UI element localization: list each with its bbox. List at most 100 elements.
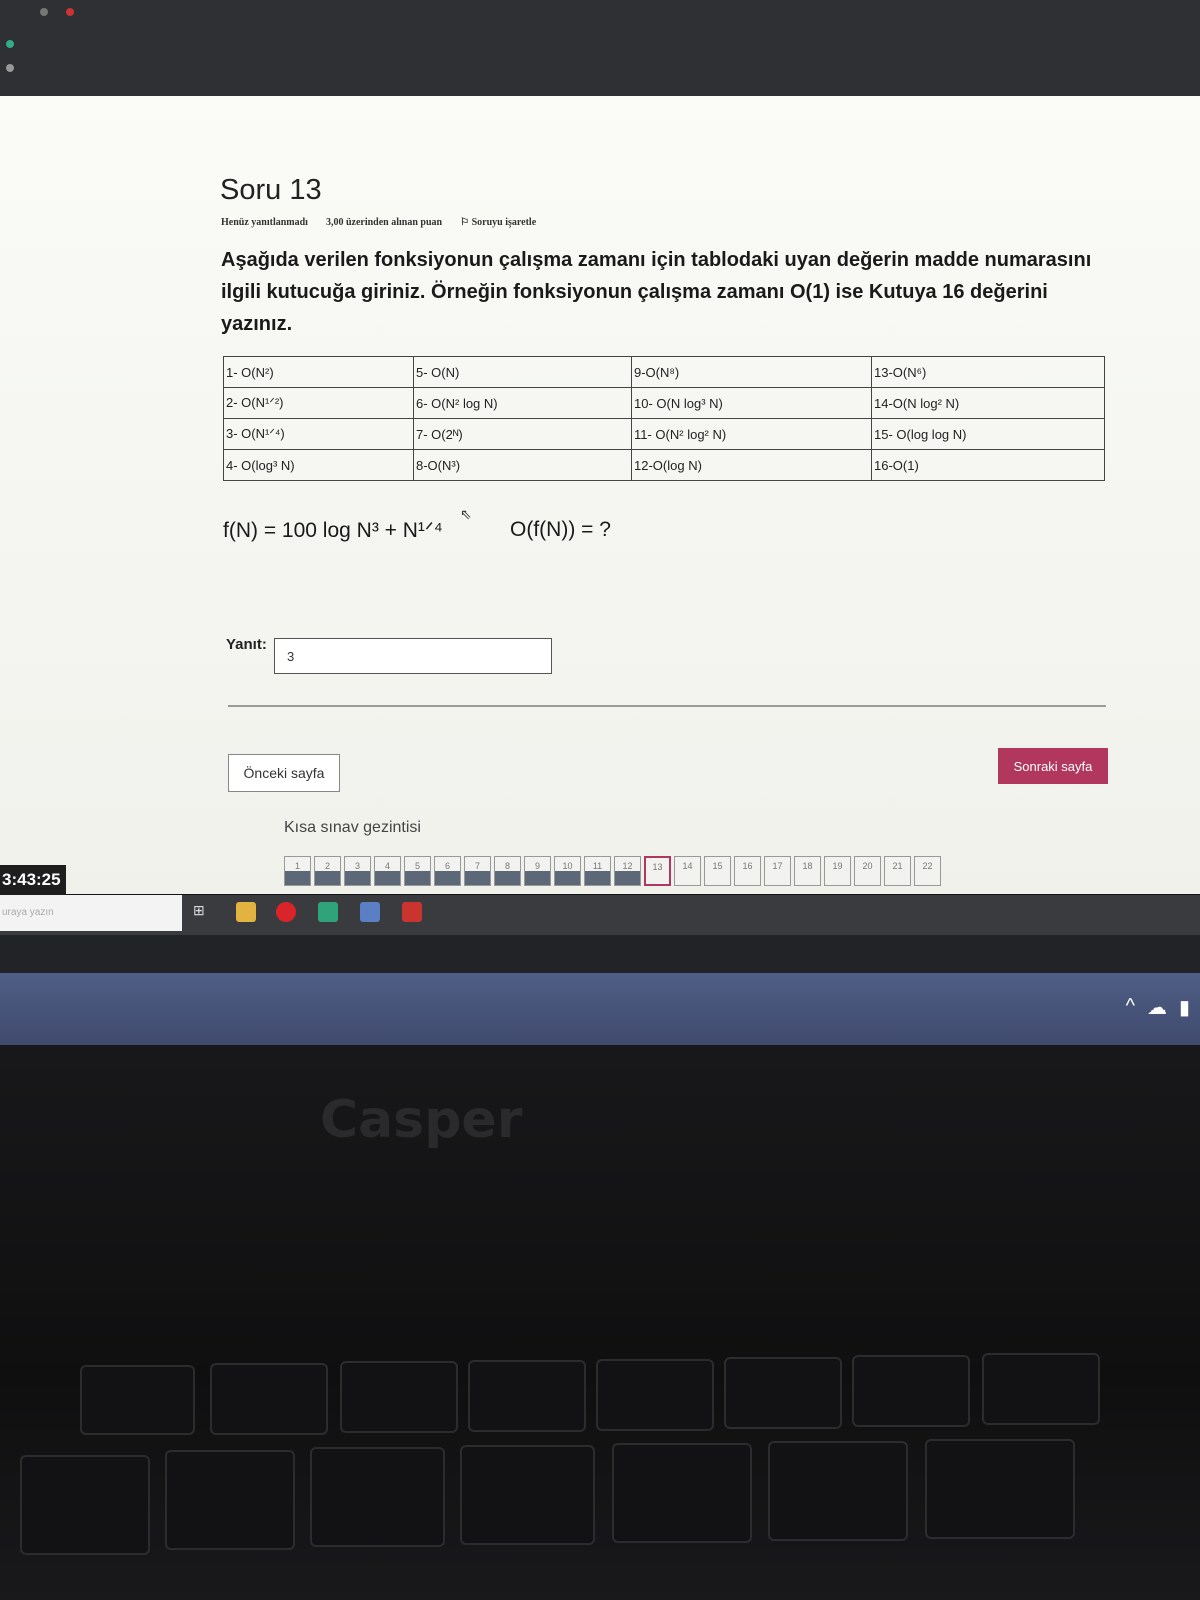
quiz-nav-page-14[interactable]: 14 — [674, 856, 701, 886]
record-icon — [66, 8, 74, 16]
complexity-question: O(f(N)) = ? — [510, 518, 611, 541]
quiz-nav-page-label: 3 — [354, 861, 360, 871]
tab-icon — [40, 8, 48, 16]
quiz-nav-page-label: 8 — [504, 861, 510, 871]
brand-logo: Casper — [320, 1090, 523, 1150]
quiz-nav-page-label: 21 — [892, 861, 903, 871]
quiz-nav-page-17[interactable]: 17 — [764, 856, 791, 886]
taskbar-search[interactable]: uraya yazın — [0, 895, 182, 931]
app-icon[interactable] — [402, 902, 422, 922]
option-cell: 1- O(N²) — [223, 356, 414, 388]
question-text: Aşağıda verilen fonksiyonun çalışma zama… — [221, 249, 1092, 335]
option-cell: 4- O(log³ N) — [223, 449, 414, 481]
next-page-button[interactable]: Sonraki sayfa — [998, 748, 1108, 784]
quiz-nav-page-label: 11 — [592, 861, 603, 871]
quiz-nav-page-9[interactable]: 9 — [524, 856, 551, 886]
answered-indicator — [465, 871, 490, 885]
quiz-nav-page-label: 4 — [384, 861, 390, 871]
keyboard-key — [210, 1363, 328, 1435]
quiz-nav-page-13[interactable]: 13 — [644, 856, 671, 886]
keyboard-key — [852, 1355, 970, 1427]
option-cell: 6- O(N² log N) — [413, 387, 632, 419]
quiz-nav-page-18[interactable]: 18 — [794, 856, 821, 886]
quiz-nav-page-label: 19 — [832, 861, 843, 871]
answered-indicator — [375, 871, 400, 885]
options-row: 2- O(N¹ᐟ²) 6- O(N² log N) 10- O(N log³ N) 1… — [223, 387, 1105, 419]
timer: 3:43:25 — [0, 865, 66, 895]
quiz-nav-page-label: 5 — [414, 861, 420, 871]
quiz-nav-page-label: 16 — [742, 861, 753, 871]
quiz-nav-page-20[interactable]: 20 — [854, 856, 881, 886]
option-cell: 15- O(log log N) — [871, 418, 1105, 450]
quiz-nav-page-5[interactable]: 5 — [404, 856, 431, 886]
quiz-nav-page-8[interactable]: 8 — [494, 856, 521, 886]
screen-bezel — [0, 935, 1200, 973]
laptop-body: Casper — [0, 1045, 1200, 1600]
cloud-icon[interactable]: ☁ — [1147, 995, 1167, 1020]
answered-indicator — [405, 871, 430, 885]
quiz-nav-page-6[interactable]: 6 — [434, 856, 461, 886]
answer-input[interactable] — [274, 638, 552, 674]
options-row: 1- O(N²) 5- O(N) 9-O(N⁸) 13-O(N⁶) — [223, 356, 1105, 388]
task-view-icon[interactable]: ⊞ — [193, 902, 213, 922]
bookmarks-bar[interactable] — [6, 64, 14, 72]
question-status: Henüz yanıtlanmadı — [221, 217, 308, 228]
quiz-nav-page-label: 15 — [712, 861, 723, 871]
quiz-nav-page-21[interactable]: 21 — [884, 856, 911, 886]
option-cell: 2- O(N¹ᐟ²) — [223, 387, 414, 419]
answered-indicator — [435, 871, 460, 885]
quiz-nav-page-1[interactable]: 1 — [284, 856, 311, 886]
usb-icon[interactable]: ▮ — [1179, 995, 1190, 1020]
keyboard-key — [925, 1439, 1075, 1539]
quiz-nav-page-7[interactable]: 7 — [464, 856, 491, 886]
options-table: 1- O(N²) 5- O(N) 9-O(N⁸) 13-O(N⁶) 2- O(N¹ᐟ²)… — [223, 356, 1105, 481]
browser-chrome — [0, 0, 1200, 96]
quiz-nav-page-11[interactable]: 11 — [584, 856, 611, 886]
quiz-nav-page-label: 22 — [922, 861, 933, 871]
quiz-nav-page-19[interactable]: 19 — [824, 856, 851, 886]
quiz-nav-page-label: 13 — [652, 862, 663, 872]
option-cell: 8-O(N³) — [413, 449, 632, 481]
quiz-nav-page-label: 9 — [534, 861, 540, 871]
browser-tabs[interactable] — [40, 8, 74, 16]
quiz-nav-page-label: 14 — [682, 861, 693, 871]
keyboard-key — [982, 1353, 1100, 1425]
keyboard-key — [612, 1443, 752, 1543]
quiz-nav-page-label: 1 — [294, 861, 300, 871]
quiz-nav-page-3[interactable]: 3 — [344, 856, 371, 886]
keyboard-key — [165, 1450, 295, 1550]
opera-icon[interactable] — [276, 902, 296, 922]
options-row: 3- O(N¹ᐟ⁴) 7- O(2ᴺ) 11- O(N² log² N) 15- O(… — [223, 418, 1105, 450]
chevron-up-icon[interactable]: ^ — [1126, 995, 1135, 1020]
address-bar[interactable] — [6, 40, 14, 48]
quiz-nav-page-15[interactable]: 15 — [704, 856, 731, 886]
flag-question-link[interactable]: ⚐ Soruyu işaretle — [460, 217, 536, 228]
file-explorer-icon[interactable] — [236, 902, 256, 922]
answered-indicator — [525, 871, 550, 885]
option-cell: 12-O(log N) — [631, 449, 872, 481]
quiz-nav-page-label: 6 — [444, 861, 450, 871]
option-cell: 7- O(2ᴺ) — [413, 418, 632, 450]
keyboard-key — [340, 1361, 458, 1433]
quiz-nav-page-2[interactable]: 2 — [314, 856, 341, 886]
taskbar: uraya yazın ⊞ — [0, 895, 1200, 935]
quiz-nav-page-label: 18 — [802, 861, 813, 871]
app-icon[interactable] — [360, 902, 380, 922]
bookmark-icon — [6, 64, 14, 72]
quiz-nav-page-22[interactable]: 22 — [914, 856, 941, 886]
previous-page-button[interactable]: Önceki sayfa — [228, 754, 340, 792]
quiz-nav-page-label: 20 — [862, 861, 873, 871]
option-cell: 14-O(N log² N) — [871, 387, 1105, 419]
app-icon[interactable] — [318, 902, 338, 922]
quiz-nav-page-10[interactable]: 10 — [554, 856, 581, 886]
keyboard-key — [768, 1441, 908, 1541]
option-cell: 11- O(N² log² N) — [631, 418, 872, 450]
quiz-nav-page-label: 17 — [772, 861, 783, 871]
mouse-cursor-icon: ⇖ — [460, 506, 472, 522]
quiz-nav-page-12[interactable]: 12 — [614, 856, 641, 886]
option-cell: 13-O(N⁶) — [871, 356, 1105, 388]
answered-indicator — [555, 871, 580, 885]
quiz-nav-page-4[interactable]: 4 — [374, 856, 401, 886]
option-cell: 3- O(N¹ᐟ⁴) — [223, 418, 414, 450]
quiz-nav-page-16[interactable]: 16 — [734, 856, 761, 886]
